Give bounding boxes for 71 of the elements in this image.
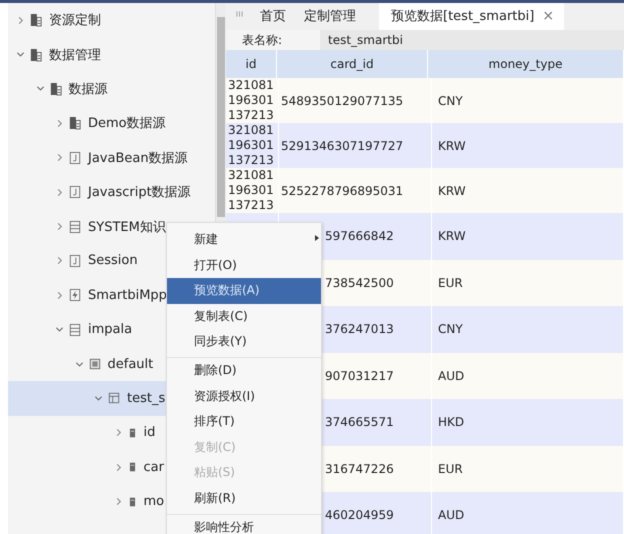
chevron-right-icon[interactable] xyxy=(55,153,64,162)
table-cell: 321081 196301 137213 xyxy=(228,78,274,123)
document-icon xyxy=(69,116,81,130)
chevron-right-icon[interactable] xyxy=(55,290,64,300)
database-icon xyxy=(88,357,100,372)
list-icon xyxy=(69,220,81,234)
tab[interactable]: 预览数据[test_smartbi] × xyxy=(379,3,564,30)
table-icon xyxy=(108,391,120,406)
column-icon xyxy=(128,426,136,439)
table-cell: 374665571 xyxy=(325,415,394,430)
document-icon xyxy=(30,13,42,28)
tree-item[interactable]: 数据源 xyxy=(8,72,215,106)
table-cell: 321081 196301 137213 xyxy=(228,168,274,213)
table-cell: 376247013 xyxy=(325,322,394,336)
menu-item[interactable]: 刷新(R) xyxy=(167,486,321,512)
table-cell: 5291346307197727 xyxy=(281,138,404,152)
chevron-down-icon[interactable] xyxy=(55,325,64,334)
document-icon xyxy=(50,82,62,96)
file-icon xyxy=(69,254,81,268)
chevron-right-icon[interactable] xyxy=(55,188,64,197)
menu-item[interactable]: 新建 xyxy=(167,227,321,253)
table-cell: HKD xyxy=(438,415,464,430)
menu-item[interactable]: 打开(O) xyxy=(167,252,321,278)
file-icon xyxy=(69,150,81,165)
table-cell: EUR xyxy=(438,462,463,476)
close-button[interactable]: × xyxy=(542,3,554,30)
chevron-down-icon[interactable] xyxy=(94,394,103,403)
chevron-right-icon[interactable] xyxy=(55,118,64,128)
table-name-label: 表名称: xyxy=(241,32,284,48)
chevron-right-icon[interactable] xyxy=(16,16,25,25)
table-cell: 907031217 xyxy=(325,368,394,383)
bolt-icon xyxy=(69,288,81,302)
tab[interactable]: 定制管理 xyxy=(295,3,365,30)
table-cell: 321081 196301 137213 xyxy=(228,123,274,168)
file-icon xyxy=(69,185,81,200)
column-icon xyxy=(128,461,136,474)
table-cell: 5252278796895031 xyxy=(281,184,404,198)
table-cell: KRW xyxy=(438,184,466,198)
list-icon xyxy=(69,322,81,337)
chevron-down-icon[interactable] xyxy=(36,84,44,94)
chevron-down-icon[interactable] xyxy=(16,50,25,60)
table-cell: 597666842 xyxy=(325,229,394,244)
tree-item[interactable]: Demo数据源 xyxy=(8,106,215,141)
menu-item[interactable]: 删除(D) xyxy=(167,356,321,384)
table-cell: 5489350129077135 xyxy=(281,94,404,108)
tree-item[interactable]: 数据管理 xyxy=(8,37,215,72)
table-cell: EUR xyxy=(438,276,463,290)
menu-item[interactable]: 同步表(Y) xyxy=(167,329,321,355)
chevron-down-icon[interactable] xyxy=(74,360,84,369)
table-cell: CNY xyxy=(438,322,463,336)
table-cell: 738542500 xyxy=(325,276,394,290)
column-icon xyxy=(128,496,136,508)
menu-icon[interactable] xyxy=(236,10,243,18)
chevron-right-icon[interactable] xyxy=(55,256,64,266)
table-cell: AUD xyxy=(438,508,464,522)
table-cell: KRW xyxy=(438,138,466,152)
chevron-right-icon[interactable] xyxy=(55,222,64,232)
tree-item[interactable]: Javascript数据源 xyxy=(8,174,215,210)
document-icon xyxy=(30,48,42,62)
table-cell: AUD xyxy=(438,368,464,383)
table-name-field[interactable]: test_smartbi xyxy=(320,30,624,50)
table-cell: CNY xyxy=(438,94,463,108)
tree-item[interactable]: 资源定制 xyxy=(8,3,215,38)
tree-item[interactable]: JavaBean数据源 xyxy=(8,140,215,175)
tab[interactable]: 首页 xyxy=(251,3,295,30)
table-cell: 460204959 xyxy=(325,508,394,522)
table-cell: KRW xyxy=(438,229,466,244)
menu-item[interactable]: 复制表(C) xyxy=(167,304,321,330)
menu-item[interactable]: 预览数据(A) xyxy=(167,278,321,304)
table-cell: 316747226 xyxy=(325,462,394,476)
menu-item[interactable]: 影响性分析 xyxy=(167,514,321,534)
